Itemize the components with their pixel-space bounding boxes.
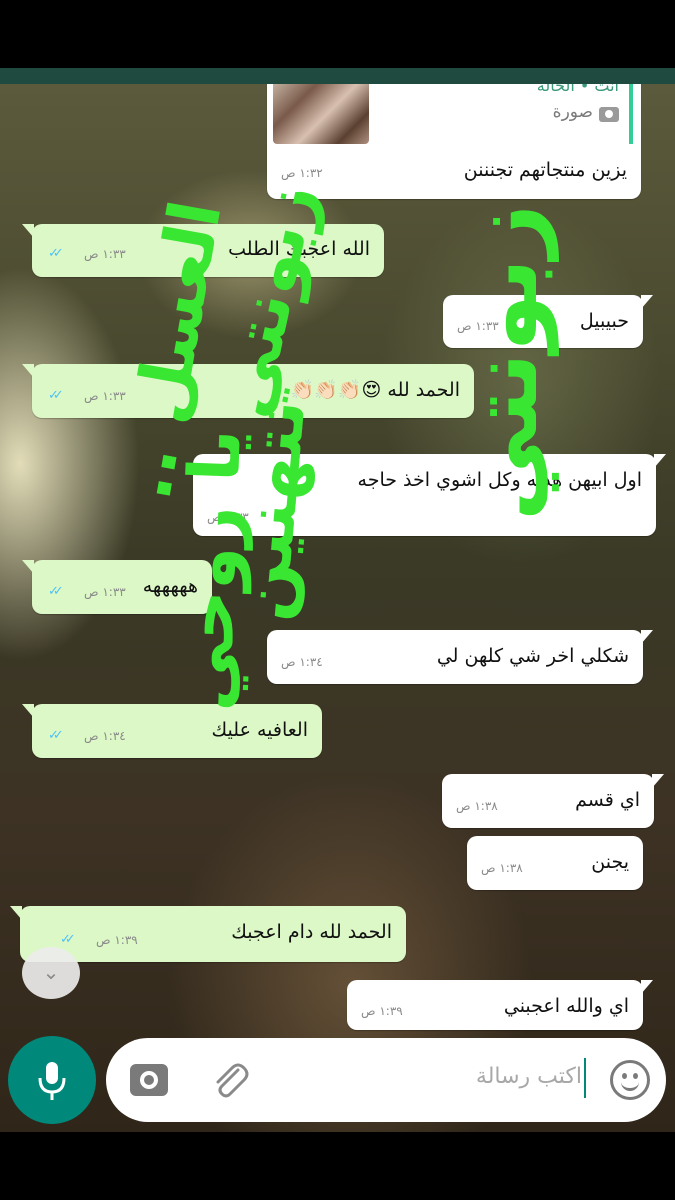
quoted-image-thumbnail[interactable] [273, 84, 369, 144]
camera-icon [599, 107, 619, 122]
message-bubble-outgoing[interactable]: الله اعجبك الطلب ✓✓ ١:٣٣ ص [22, 224, 384, 277]
message-time: ١:٣٢ ص [281, 166, 323, 180]
voice-record-button[interactable] [8, 1036, 96, 1124]
message-bubble-incoming[interactable]: اي والله اعجبني ١:٣٩ ص [347, 980, 653, 1030]
message-bubble-incoming[interactable]: اول ابيهن هديه وكل اشوي اخذ حاجه ١:٣٣ ص [193, 454, 666, 536]
message-bubble-incoming[interactable]: يجنن ١:٣٨ ص [467, 836, 643, 890]
read-receipt-icon: ✓✓ [48, 584, 64, 599]
message-text: العافيه عليك [211, 719, 308, 741]
read-receipt-icon: ✓✓ [60, 932, 76, 947]
message-text: الحمد لله 😍👏🏻👏🏻👏🏻 [290, 379, 460, 401]
message-text: شكلي اخر شي كلهن لي [436, 645, 629, 667]
message-composer[interactable]: اكتب رسالة [106, 1038, 666, 1122]
message-bubble-outgoing[interactable]: الحمد لله 😍👏🏻👏🏻👏🏻 ✓✓ ١:٣٣ ص [22, 364, 474, 418]
message-time: ١:٣٨ ص [456, 799, 498, 813]
message-time: ١:٣٣ ص [84, 247, 126, 261]
message-bubble-outgoing[interactable]: هههههه ✓✓ ١:٣٣ ص [22, 560, 212, 614]
message-input[interactable]: اكتب رسالة [476, 1064, 582, 1089]
message-time: ١:٣٩ ص [361, 1004, 403, 1018]
message-time: ١:٣٣ ص [207, 510, 249, 524]
message-bubble-outgoing[interactable]: الحمد لله دام اعجبك ✓✓ ١:٣٩ ص [10, 906, 406, 962]
read-receipt-icon: ✓✓ [48, 728, 64, 743]
message-text: اي قسم [575, 789, 640, 811]
message-text: اي والله اعجبني [503, 995, 629, 1017]
message-bubble-incoming[interactable]: شكلي اخر شي كلهن لي ١:٣٤ ص [267, 630, 653, 684]
microphone-icon [38, 1062, 66, 1100]
message-time: ١:٣٤ ص [84, 729, 126, 743]
quote-accent-bar [629, 84, 633, 144]
emoji-icon[interactable] [610, 1060, 650, 1100]
read-receipt-icon: ✓✓ [48, 246, 64, 261]
app-header-edge [0, 68, 675, 84]
message-time: ١:٣٣ ص [84, 585, 126, 599]
message-text: الله اعجبك الطلب [228, 238, 370, 260]
message-time: ١:٣٤ ص [281, 655, 323, 669]
screen-bottom-bar [0, 1132, 675, 1200]
quote-sender: أنت • الخالة [536, 84, 619, 95]
chat-area[interactable]: أنت • الخالة صورة يزين منتجاتهم تجنننن ١… [0, 84, 675, 1132]
overlay-text-line-1: زبونتي [450, 204, 559, 522]
paperclip-icon[interactable] [208, 1058, 252, 1102]
double-chevron-down-icon: ⌄ [42, 960, 60, 984]
message-time: ١:٣٣ ص [84, 389, 126, 403]
scroll-to-bottom-button[interactable]: ⌄ [22, 947, 80, 999]
message-text: حبيبيل [579, 310, 629, 332]
message-text: يزين منتجاتهم تجنننن [463, 159, 627, 181]
read-receipt-icon: ✓✓ [48, 388, 64, 403]
message-time: ١:٣٨ ص [481, 861, 523, 875]
message-time: ١:٣٩ ص [96, 933, 138, 947]
camera-icon[interactable] [130, 1064, 168, 1096]
screen-top-bar [0, 0, 675, 68]
text-caret [584, 1058, 586, 1098]
message-text: هههههه [142, 575, 198, 597]
message-text: يجنن [591, 851, 629, 873]
message-text: الحمد لله دام اعجبك [231, 921, 392, 943]
message-bubble-incoming[interactable]: أنت • الخالة صورة يزين منتجاتهم تجنننن ١… [267, 84, 641, 199]
quote-media-type: صورة [552, 102, 593, 122]
message-bubble-outgoing[interactable]: العافيه عليك ✓✓ ١:٣٤ ص [22, 704, 322, 758]
message-bubble-incoming[interactable]: اي قسم ١:٣٨ ص [442, 774, 664, 828]
